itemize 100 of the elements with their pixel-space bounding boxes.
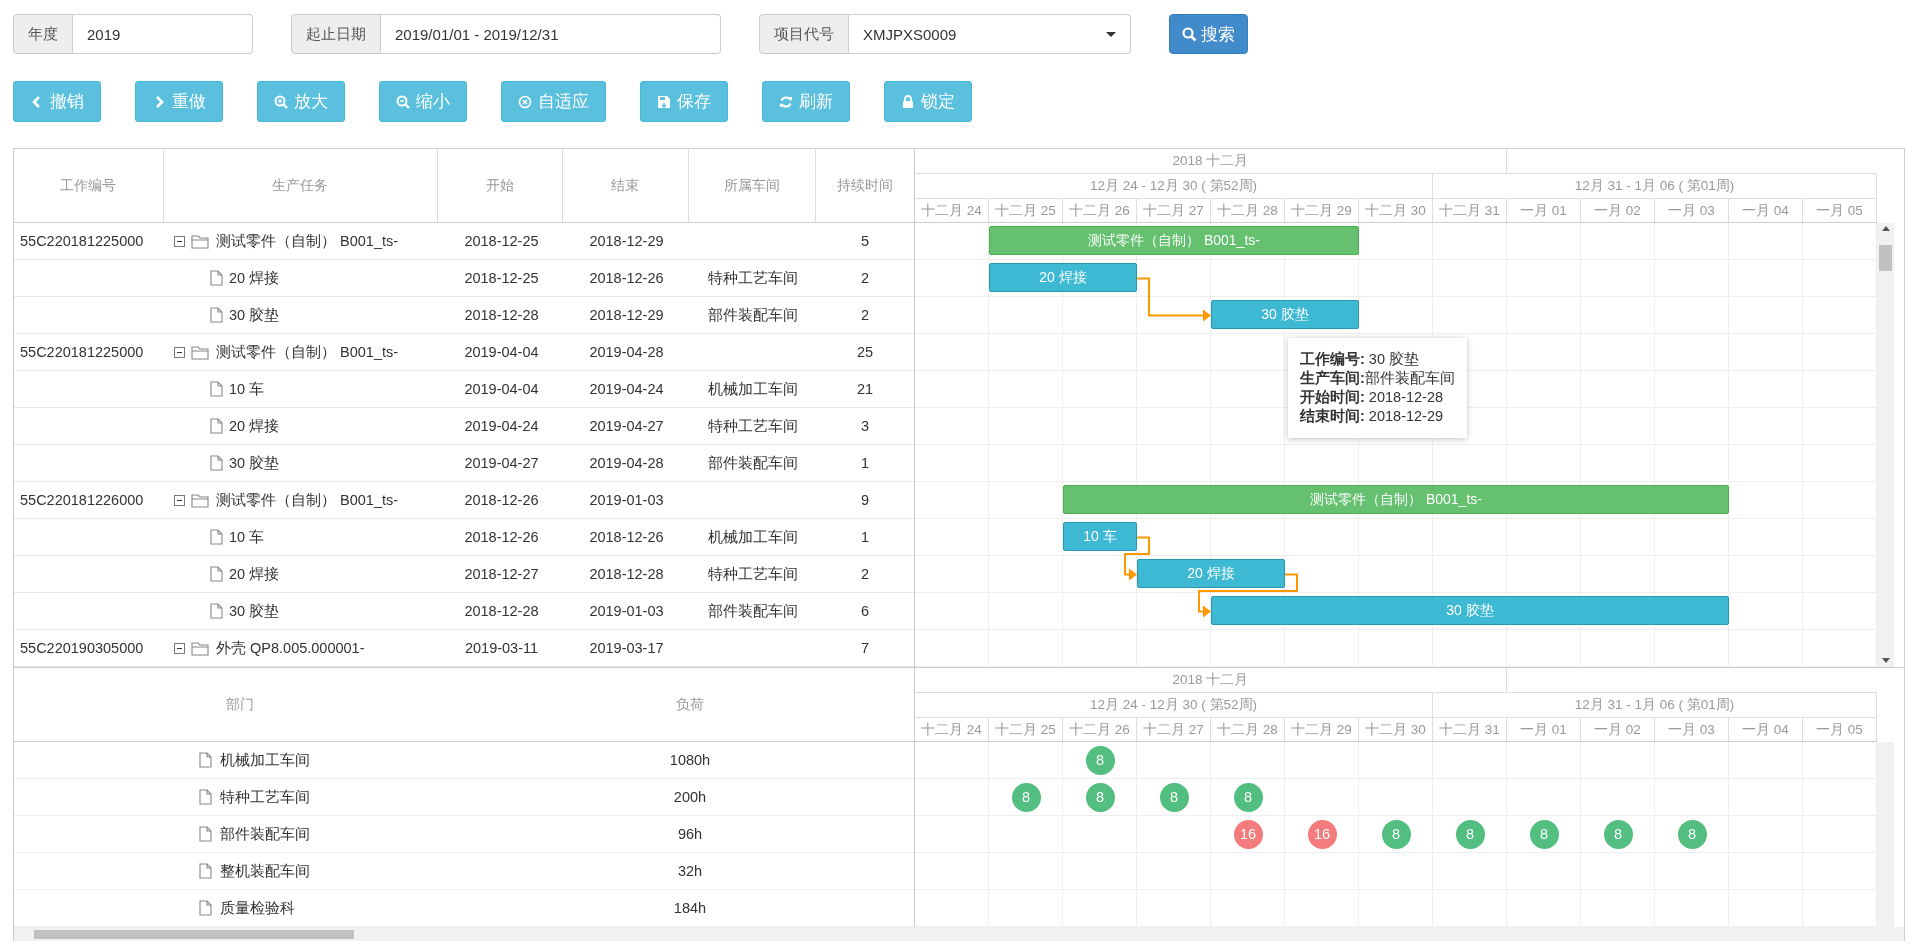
search-button[interactable]: 搜索 bbox=[1169, 14, 1248, 54]
load-value: 184h bbox=[672, 900, 708, 916]
tooltip-line: 结束时间: 2018-12-29 bbox=[1300, 407, 1445, 426]
zoom-out-icon bbox=[396, 94, 410, 109]
table-cell-text: 9 bbox=[859, 492, 871, 508]
scroll-down-icon[interactable] bbox=[1881, 658, 1890, 663]
load-badge: 8 bbox=[1603, 819, 1633, 849]
toolbar-button[interactable]: 刷新 bbox=[762, 81, 850, 122]
file-icon bbox=[199, 900, 212, 916]
toolbar-button[interactable]: 缩小 bbox=[379, 81, 467, 122]
table-cell-text: 1 bbox=[859, 455, 871, 471]
day-header: 一月 04 bbox=[1729, 199, 1803, 222]
day-header: 一月 02 bbox=[1581, 718, 1655, 741]
file-icon bbox=[199, 789, 212, 805]
load-badge: 8 bbox=[1011, 782, 1041, 812]
project-select[interactable]: XMJPXS0009 bbox=[849, 14, 1131, 54]
table-cell-text: 机械加工车间 bbox=[706, 527, 799, 547]
table-cell-text: 2018-12-26 bbox=[588, 270, 665, 286]
file-icon bbox=[199, 863, 212, 879]
task-bar[interactable]: 20 焊接 bbox=[1137, 559, 1285, 588]
table-cell-text: 21 bbox=[855, 381, 875, 397]
month-header: 2018 十二月 bbox=[915, 668, 1507, 692]
day-header: 十二月 25 bbox=[989, 718, 1063, 741]
scroll-up-icon[interactable] bbox=[1881, 226, 1890, 231]
task-name: 30 胶垫 bbox=[229, 601, 280, 621]
day-header: 一月 01 bbox=[1507, 718, 1581, 741]
table-cell-text: 5 bbox=[859, 233, 871, 249]
task-name: 10 车 bbox=[229, 379, 265, 399]
file-icon bbox=[210, 455, 223, 471]
task-name: 30 胶垫 bbox=[229, 305, 280, 325]
table-cell-text: 2018-12-26 bbox=[463, 529, 540, 545]
table-cell-text: 2019-04-28 bbox=[588, 344, 665, 360]
load-badge: 16 bbox=[1233, 819, 1263, 849]
collapse-toggle[interactable] bbox=[174, 642, 185, 654]
department-name: 机械加工车间 bbox=[220, 750, 310, 770]
day-header: 十二月 30 bbox=[1359, 718, 1433, 741]
table-cell-text: 2019-03-17 bbox=[588, 640, 665, 656]
circle-x-icon bbox=[518, 94, 532, 109]
task-name: 10 车 bbox=[229, 527, 265, 547]
vertical-scrollbar[interactable] bbox=[1877, 223, 1894, 667]
file-icon bbox=[199, 752, 212, 768]
toolbar-button[interactable]: 锁定 bbox=[884, 81, 972, 122]
task-name: 20 焊接 bbox=[229, 268, 280, 288]
task-bar[interactable]: 30 胶垫 bbox=[1211, 596, 1729, 625]
department-name: 部件装配车间 bbox=[220, 824, 310, 844]
folder-icon bbox=[191, 233, 210, 249]
task-bar[interactable]: 10 车 bbox=[1063, 522, 1137, 551]
task-name: 测试零件（自制） B001_ts- bbox=[216, 231, 399, 251]
scroll-thumb[interactable] bbox=[1879, 245, 1892, 271]
table-cell-text: 2018-12-25 bbox=[463, 233, 540, 249]
table-cell-text: 55C220181225000 bbox=[19, 233, 145, 249]
day-header: 一月 03 bbox=[1655, 718, 1729, 741]
toolbar-button[interactable]: 放大 bbox=[257, 81, 345, 122]
toolbar-button[interactable]: 重做 bbox=[135, 81, 223, 122]
table-cell-text: 2018-12-28 bbox=[588, 566, 665, 582]
table-cell-text: 2019-04-27 bbox=[588, 418, 665, 434]
day-header: 一月 05 bbox=[1803, 718, 1877, 741]
collapse-toggle[interactable] bbox=[174, 494, 185, 506]
table-cell-text: 2019-04-24 bbox=[463, 418, 540, 434]
search-icon bbox=[1182, 26, 1197, 42]
load-badge: 16 bbox=[1307, 819, 1337, 849]
vertical-scrollbar[interactable] bbox=[1877, 742, 1894, 927]
collapse-toggle[interactable] bbox=[174, 346, 185, 358]
lock-icon bbox=[901, 94, 915, 109]
table-cell-text: 2019-01-03 bbox=[588, 603, 665, 619]
column-header: 负荷 bbox=[675, 694, 705, 714]
table-cell-text: 2018-12-29 bbox=[588, 233, 665, 249]
day-header: 十二月 27 bbox=[1137, 718, 1211, 741]
toolbar-button[interactable]: 撤销 bbox=[13, 81, 101, 122]
horizontal-scrollbar[interactable] bbox=[14, 927, 1904, 941]
day-header: 十二月 26 bbox=[1063, 199, 1137, 222]
filter-field[interactable]: 2019 bbox=[73, 14, 253, 54]
department-name: 整机装配车间 bbox=[220, 861, 310, 881]
filter-field[interactable]: 2019/01/01 - 2019/12/31 bbox=[381, 14, 721, 54]
task-name: 20 焊接 bbox=[229, 564, 280, 584]
collapse-toggle[interactable] bbox=[174, 235, 185, 247]
day-header: 一月 01 bbox=[1507, 199, 1581, 222]
toolbar-button[interactable]: 保存 bbox=[640, 81, 728, 122]
load-value: 200h bbox=[672, 789, 708, 805]
filter-label: 年度 bbox=[13, 14, 73, 54]
column-header: 结束 bbox=[563, 149, 689, 222]
table-cell-text: 6 bbox=[859, 603, 871, 619]
task-bar[interactable]: 30 胶垫 bbox=[1211, 300, 1359, 329]
week-header: 12月 31 - 1月 06 ( 第01周) bbox=[1433, 174, 1877, 198]
toolbar-button[interactable]: 自适应 bbox=[501, 81, 606, 122]
summary-bar[interactable]: 测试零件（自制） B001_ts- bbox=[989, 226, 1359, 255]
load-value: 1080h bbox=[668, 752, 712, 768]
file-icon bbox=[199, 826, 212, 842]
task-name: 20 焊接 bbox=[229, 416, 280, 436]
table-cell-text: 2 bbox=[859, 270, 871, 286]
scroll-thumb[interactable] bbox=[34, 929, 354, 939]
table-cell-text: 55C220181226000 bbox=[19, 492, 145, 508]
table-cell-text: 2 bbox=[859, 566, 871, 582]
summary-bar[interactable]: 测试零件（自制） B001_ts- bbox=[1063, 485, 1729, 514]
task-bar[interactable]: 20 焊接 bbox=[989, 263, 1137, 292]
load-badge: 8 bbox=[1529, 819, 1559, 849]
task-name: 测试零件（自制） B001_ts- bbox=[216, 342, 399, 362]
file-icon bbox=[210, 603, 223, 619]
department-name: 特种工艺车间 bbox=[220, 787, 310, 807]
load-badge: 8 bbox=[1455, 819, 1485, 849]
